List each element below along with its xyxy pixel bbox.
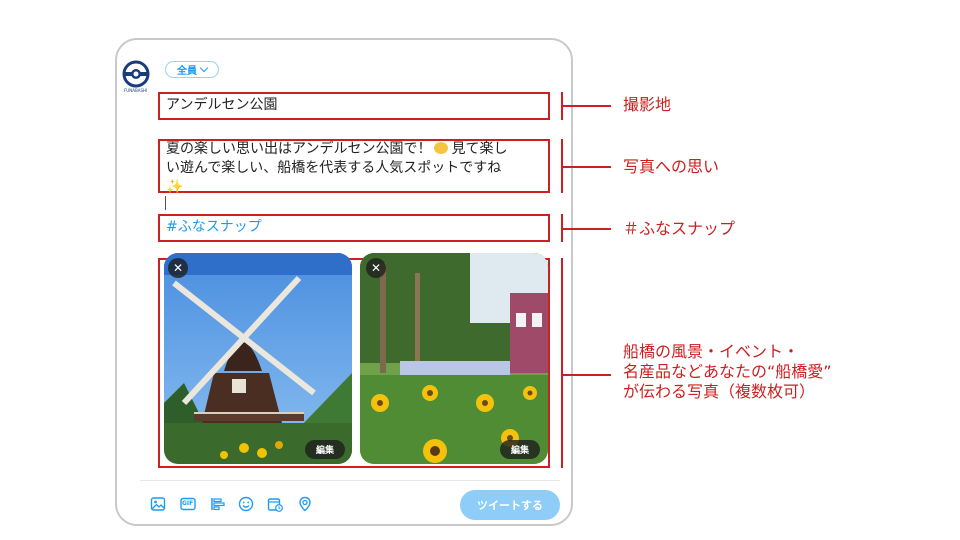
annotation-photos-line1: 船橋の風景・イベント・ [623, 342, 800, 361]
audience-selector[interactable]: 全員 [165, 61, 219, 78]
audience-label: 全員 [177, 66, 197, 77]
location-text[interactable]: アンデルセン公園 [166, 96, 277, 115]
toolbar-divider [140, 480, 560, 481]
smile-emoji-icon [434, 142, 449, 154]
annotation-photos-line2: 名産品などあなたの“船橋愛” [623, 362, 832, 381]
annotation-line [561, 228, 611, 230]
text-cursor [165, 196, 166, 210]
annotation-line [561, 166, 611, 168]
edit-photo-1-button[interactable]: 編集 [305, 440, 345, 459]
annotation-photos-line3: が伝わる写真（複数枚可） [623, 382, 816, 401]
image-icon[interactable] [150, 496, 166, 512]
schedule-icon[interactable] [267, 496, 283, 512]
photo-sunflowers[interactable] [360, 253, 548, 464]
photo-windmill[interactable] [164, 253, 352, 464]
emoji-icon[interactable] [238, 496, 254, 512]
annotation-line [561, 374, 611, 376]
edit-photo-2-button[interactable]: 編集 [500, 440, 540, 459]
hashtag-text[interactable]: #ふなスナップ [166, 218, 262, 237]
annotation-line [561, 105, 611, 107]
chevron-down-icon [199, 63, 209, 73]
message-line2: い遊んで楽しい、船橋を代表する人気スポットですね [166, 160, 502, 176]
location-icon[interactable] [297, 496, 313, 512]
message-line1-tail: 見て楽し [451, 141, 508, 157]
annotation-bracket [561, 258, 563, 468]
poll-icon[interactable] [210, 496, 226, 512]
tweet-button[interactable]: ツイートする [460, 490, 560, 520]
message-text[interactable]: 夏の楽しい思い出はアンデルセン公園で！ 見て楽し い遊んで楽しい、船橋を代表する人… [166, 140, 550, 197]
annotation-photos: 船橋の風景・イベント・ 名産品などあなたの“船橋愛” が伝わる写真（複数枚可） [623, 342, 832, 402]
gif-icon[interactable]: GIF [180, 496, 196, 512]
gif-label: GIF [182, 500, 194, 507]
remove-photo-2-button[interactable]: ✕ [366, 258, 386, 278]
annotation-hashtag: ＃ふなスナップ [623, 219, 736, 238]
sparkle-emoji-icon: ✨ [166, 179, 184, 195]
message-line1: 夏の楽しい思い出はアンデルセン公園で！ [166, 141, 432, 157]
logo-caption: FUNABASHI [124, 88, 148, 93]
annotation-location: 撮影地 [623, 95, 672, 114]
remove-photo-1-button[interactable]: ✕ [168, 258, 188, 278]
annotation-message: 写真への思い [623, 157, 720, 176]
